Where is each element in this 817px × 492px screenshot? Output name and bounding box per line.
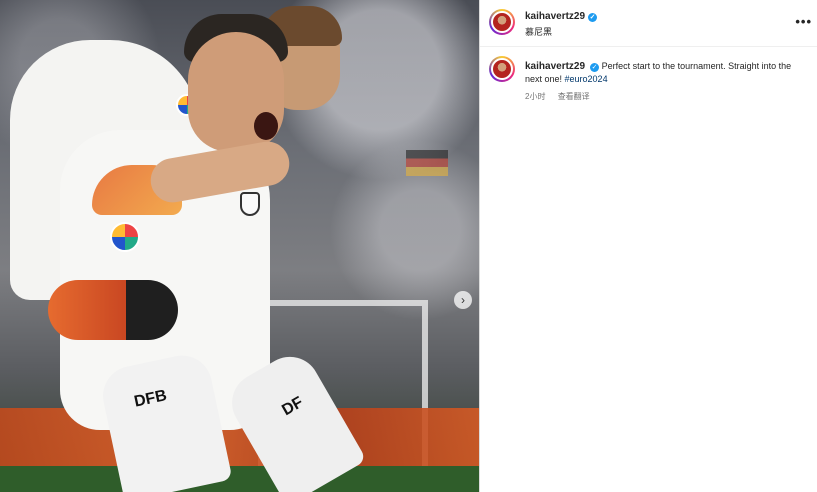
header-username[interactable]: kaihavertz29 ✓ [525, 11, 598, 22]
chevron-right-icon: › [461, 293, 465, 307]
see-translation-link[interactable]: 查看翻译 [558, 92, 590, 101]
hashtag-link[interactable]: #euro2024 [565, 74, 608, 84]
team-crest [240, 192, 260, 216]
sock-text: DFB [132, 387, 169, 411]
pitch-grass [0, 466, 479, 492]
post-image: DFB DF › [0, 0, 479, 492]
verified-badge-icon: ✓ [590, 63, 600, 72]
avatar[interactable] [489, 56, 515, 82]
front-player-mouth [254, 112, 278, 140]
post-side-panel: kaihavertz29 ✓ 慕尼黑 ••• kaihavertz29 ✓ Perf… [479, 0, 817, 492]
tournament-patch [110, 222, 140, 252]
sock-text: DF [279, 393, 307, 420]
location-link[interactable]: 慕尼黑 [525, 25, 552, 38]
avatar-image [491, 11, 513, 33]
post-header: kaihavertz29 ✓ 慕尼黑 ••• [480, 0, 817, 47]
timestamp: 2小时 [525, 92, 546, 101]
avatar[interactable] [489, 9, 515, 35]
next-image-button[interactable]: › [454, 291, 472, 309]
sleeve [48, 280, 178, 340]
username-text[interactable]: kaihavertz29 [525, 11, 585, 22]
caption-username[interactable]: kaihavertz29 [525, 61, 585, 72]
more-horizontal-icon[interactable]: ••• [795, 14, 812, 29]
caption-text: kaihavertz29 ✓ Perfect start to the tourn… [525, 60, 810, 86]
caption-meta: 2小时 查看翻译 [525, 91, 600, 102]
flag-in-crowd [406, 150, 448, 176]
avatar-image [491, 58, 513, 80]
verified-badge-icon: ✓ [588, 13, 598, 22]
